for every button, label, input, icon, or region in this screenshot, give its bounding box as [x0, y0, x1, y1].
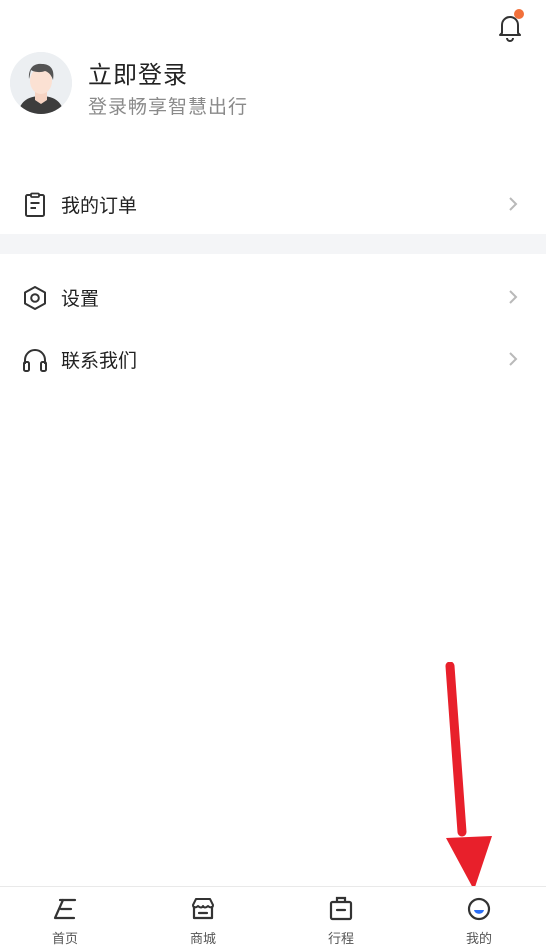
user-avatar-icon [10, 52, 72, 114]
chevron-right-icon [509, 197, 518, 211]
tab-trips[interactable]: 行程 [273, 887, 409, 946]
menu-item-settings[interactable]: 设置 [0, 267, 546, 327]
avatar[interactable] [10, 52, 72, 114]
menu-label-contact: 联系我们 [61, 350, 138, 372]
store-icon [192, 898, 214, 920]
tab-store[interactable]: 商城 [135, 887, 271, 946]
headphones-icon [23, 349, 47, 372]
chevron-right-icon [509, 352, 518, 366]
my-page-screen: 立即登录 登录畅享智慧出行 我的订单 设置 联系我们 首页 商城 行程 我的 [0, 0, 546, 946]
notification-dot [514, 9, 524, 19]
tab-home[interactable]: 首页 [0, 887, 133, 946]
tab-mine[interactable]: 我的 [411, 887, 546, 946]
login-title[interactable]: 立即登录 [88, 55, 188, 90]
tab-label: 行程 [327, 932, 354, 946]
tab-label: 我的 [465, 932, 492, 946]
clipboard-icon [25, 192, 45, 217]
hexagon-settings-icon [24, 286, 46, 310]
section-divider [0, 234, 546, 254]
menu-label-orders: 我的订单 [61, 195, 138, 217]
home-icon [53, 898, 77, 920]
annotation-arrow [445, 662, 492, 890]
profile-icon [467, 897, 491, 921]
menu-item-contact[interactable]: 联系我们 [0, 329, 546, 389]
chevron-right-icon [509, 290, 518, 304]
menu-item-orders[interactable]: 我的订单 [0, 174, 546, 234]
bag-icon [329, 896, 353, 921]
tab-label: 首页 [51, 932, 78, 946]
bottom-tab-bar: 首页 商城 行程 我的 [0, 886, 546, 946]
login-subtitle: 登录畅享智慧出行 [88, 96, 249, 118]
tab-label: 商城 [189, 932, 216, 946]
profile-header[interactable]: 立即登录 登录畅享智慧出行 [10, 52, 410, 118]
menu-label-settings: 设置 [61, 288, 100, 310]
